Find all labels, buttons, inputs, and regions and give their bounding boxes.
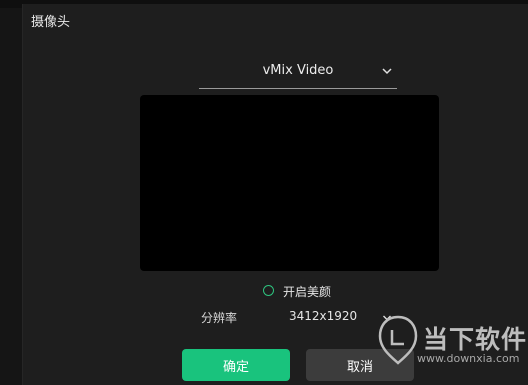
watermark-url: www.downxia.com	[417, 352, 520, 365]
beauty-label: 开启美颜	[283, 285, 332, 299]
camera-dialog: 摄像头 vMix Video 开启美颜 分辨率 3412x1920 确定 取消 …	[22, 4, 528, 385]
watermark-text: 当下软件园	[423, 325, 528, 354]
camera-select-value: vMix Video	[262, 63, 334, 78]
resolution-value: 3412x1920	[289, 309, 358, 323]
dialog-title: 摄像头	[31, 15, 71, 30]
camera-preview	[140, 95, 439, 271]
camera-select[interactable]: vMix Video	[199, 54, 397, 89]
watermark-logo-icon	[378, 315, 418, 365]
chevron-down-icon	[382, 68, 392, 75]
confirm-button[interactable]: 确定	[182, 349, 290, 381]
resolution-label: 分辨率	[201, 311, 238, 325]
background-window	[0, 0, 22, 385]
beauty-radio[interactable]	[263, 285, 274, 296]
